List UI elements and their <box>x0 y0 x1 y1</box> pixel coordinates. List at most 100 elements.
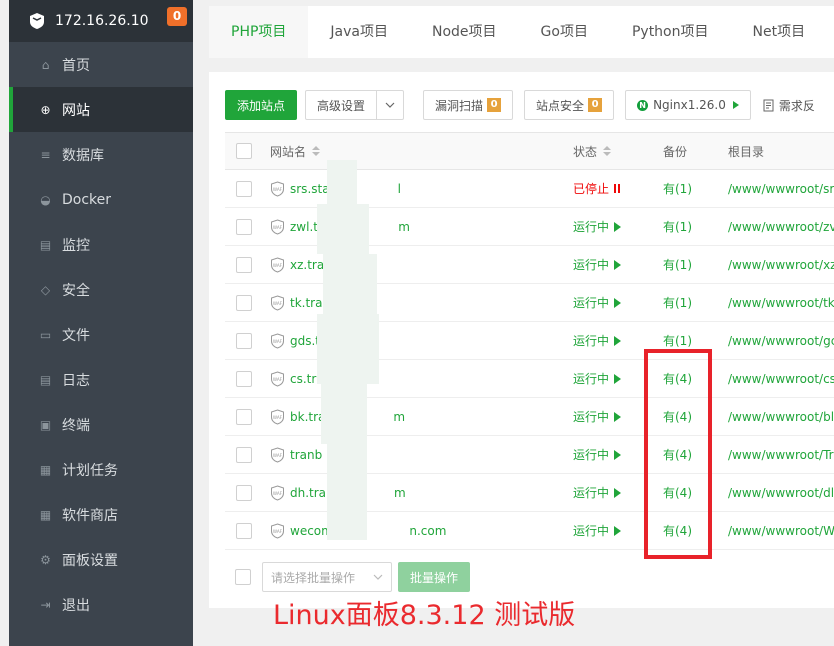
chevron-down-icon[interactable] <box>377 90 405 120</box>
table-row[interactable]: WAF tranb 运行中 有(4)/www/wwwroot/Tr <box>225 436 834 474</box>
status-running[interactable]: 运行中 <box>573 522 622 539</box>
row-checkbox[interactable] <box>236 408 252 425</box>
sidebar-item[interactable]: ⚙ 面板设置 <box>9 537 193 582</box>
batch-select-checkbox[interactable] <box>235 569 251 585</box>
backup-link[interactable]: 有(4) <box>663 398 723 435</box>
status-running[interactable]: 运行中 <box>573 332 622 349</box>
sidebar-item[interactable]: ⌂ 首页 <box>9 42 193 87</box>
row-checkbox[interactable] <box>236 294 252 311</box>
root-dir-link[interactable]: /www/wwwroot/cs <box>728 360 834 397</box>
table-row[interactable]: WAF bk.tra m 运行中 有(4)/www/wwwroot/bl <box>225 398 834 436</box>
sidebar-item[interactable]: ▤ 监控 <box>9 222 193 267</box>
status-running[interactable]: 运行中 <box>573 294 622 311</box>
backup-link[interactable]: 有(4) <box>663 436 723 473</box>
sidebar-item[interactable]: ▦ 软件商店 <box>9 492 193 537</box>
notification-badge[interactable]: 0 <box>167 7 187 26</box>
site-name-link[interactable]: wecom.t n.com <box>290 524 446 538</box>
sidebar-item-label: 文件 <box>62 327 90 344</box>
sidebar-item[interactable]: ⇥ 退出 <box>9 582 193 627</box>
site-name-link[interactable]: dh.tra m <box>290 486 406 500</box>
vuln-scan-button[interactable]: 漏洞扫描 0 <box>423 90 514 120</box>
root-dir-link[interactable]: /www/wwwroot/xz <box>728 246 834 283</box>
root-dir-link[interactable]: /www/wwwroot/gc <box>728 322 834 359</box>
requirement-link[interactable]: 需求反 <box>763 90 815 120</box>
project-tab[interactable]: PHP项目 <box>209 6 309 58</box>
backup-link[interactable]: 有(1) <box>663 208 723 245</box>
row-checkbox[interactable] <box>236 484 252 501</box>
table-row[interactable]: WAF srs.sta l 已停止 有(1)/www/wwwroot/sr <box>225 170 834 208</box>
site-name-link[interactable]: srs.sta l <box>290 182 401 196</box>
root-dir-link[interactable]: /www/wwwroot/sr <box>728 170 834 207</box>
site-name-link[interactable]: gds.tr <box>290 334 393 348</box>
backup-link[interactable]: 有(1) <box>663 246 723 283</box>
root-dir-link[interactable]: /www/wwwroot/Tr <box>728 436 834 473</box>
batch-action-select[interactable]: 请选择批量操作 <box>262 562 392 592</box>
sidebar-item[interactable]: ⊕ 网站 <box>9 87 193 132</box>
status-running[interactable]: 运行中 <box>573 484 622 501</box>
column-status[interactable]: 状态 <box>573 133 653 169</box>
status-running[interactable]: 运行中 <box>573 370 622 387</box>
project-tab[interactable]: Net项目 <box>731 6 828 58</box>
backup-link[interactable]: 有(4) <box>663 512 723 549</box>
row-checkbox[interactable] <box>236 180 252 197</box>
sidebar-item[interactable]: ▤ 日志 <box>9 357 193 402</box>
project-tab[interactable]: Go项目 <box>519 6 610 58</box>
table-row[interactable]: WAF zwl.tra m 运行中 有(1)/www/wwwroot/zv <box>225 208 834 246</box>
site-name-cell: WAF gds.tr <box>270 322 510 359</box>
site-name-link[interactable]: tk.tra <box>290 296 390 310</box>
add-site-button[interactable]: 添加站点 <box>225 90 298 120</box>
sidebar-item[interactable]: ▣ 终端 <box>9 402 193 447</box>
select-all-checkbox[interactable] <box>236 143 252 159</box>
row-checkbox[interactable] <box>236 446 252 463</box>
status-running[interactable]: 运行中 <box>573 446 622 463</box>
advanced-settings-button[interactable]: 高级设置 <box>305 90 378 120</box>
sidebar-item[interactable]: ≡ 数据库 <box>9 132 193 177</box>
sidebar-item[interactable]: ▭ 文件 <box>9 312 193 357</box>
project-tab[interactable]: Python项目 <box>610 6 731 58</box>
row-checkbox[interactable] <box>236 218 252 235</box>
row-checkbox[interactable] <box>236 256 252 273</box>
row-checkbox[interactable] <box>236 332 252 349</box>
table-row[interactable]: WAF xz.tra 运行中 有(1)/www/wwwroot/xz <box>225 246 834 284</box>
toolbar: 添加站点 高级设置 漏洞扫描 0 站点安全 0 N Nginx1.26.0 需求… <box>225 90 815 120</box>
status-running[interactable]: 运行中 <box>573 256 622 273</box>
backup-link[interactable]: 有(1) <box>663 170 723 207</box>
table-row[interactable]: WAF dh.tra m 运行中 有(4)/www/wwwroot/dl <box>225 474 834 512</box>
project-tab[interactable]: Node项目 <box>410 6 519 58</box>
backup-link[interactable]: 有(1) <box>663 322 723 359</box>
column-name[interactable]: 网站名 <box>270 133 510 169</box>
status-stopped[interactable]: 已停止 <box>573 180 621 197</box>
root-dir-link[interactable]: /www/wwwroot/tk <box>728 284 834 321</box>
table-row[interactable]: WAF gds.tr 运行中 有(1)/www/wwwroot/gc <box>225 322 834 360</box>
root-dir-link[interactable]: /www/wwwroot/zv <box>728 208 834 245</box>
root-dir-link[interactable]: /www/wwwroot/W <box>728 512 834 549</box>
status-label: 运行中 <box>573 372 610 386</box>
site-security-button[interactable]: 站点安全 0 <box>524 90 615 120</box>
row-checkbox[interactable] <box>236 522 252 539</box>
site-name-link[interactable]: xz.tra <box>290 258 392 272</box>
sidebar-item[interactable]: ◇ 安全 <box>9 267 193 312</box>
status-running[interactable]: 运行中 <box>573 218 622 235</box>
row-checkbox[interactable] <box>236 370 252 387</box>
table-row[interactable]: WAF tk.tra 运行中 有(1)/www/wwwroot/tk <box>225 284 834 322</box>
backup-link[interactable]: 有(4) <box>663 360 723 397</box>
backup-link[interactable]: 有(1) <box>663 284 723 321</box>
backup-link[interactable]: 有(4) <box>663 474 723 511</box>
site-name-link[interactable]: zwl.tra m <box>290 220 410 234</box>
root-dir-link[interactable]: /www/wwwroot/bl <box>728 398 834 435</box>
site-name-cell: WAF dh.tra m <box>270 474 510 511</box>
site-name-link[interactable]: cs.tra <box>290 372 392 386</box>
site-name-link[interactable]: bk.tra m <box>290 410 405 424</box>
project-tab[interactable]: Java项目 <box>308 6 410 58</box>
batch-action-button[interactable]: 批量操作 <box>398 562 471 592</box>
site-panel: 添加站点 高级设置 漏洞扫描 0 站点安全 0 N Nginx1.26.0 需求… <box>209 72 834 608</box>
root-dir-link[interactable]: /www/wwwroot/dl <box>728 474 834 511</box>
sidebar-item[interactable]: ◒ Docker <box>9 177 193 222</box>
table-row[interactable]: WAF cs.tra 运行中 有(4)/www/wwwroot/cs <box>225 360 834 398</box>
table-row[interactable]: WAF wecom.t n.com 运行中 有(4)/www/wwwroot/W <box>225 512 834 550</box>
sidebar-item[interactable]: ▦ 计划任务 <box>9 447 193 492</box>
nginx-button[interactable]: N Nginx1.26.0 <box>625 90 751 120</box>
site-name-link[interactable]: tranb <box>290 448 390 462</box>
status-running[interactable]: 运行中 <box>573 408 622 425</box>
site-security-label: 站点安全 <box>536 98 585 113</box>
